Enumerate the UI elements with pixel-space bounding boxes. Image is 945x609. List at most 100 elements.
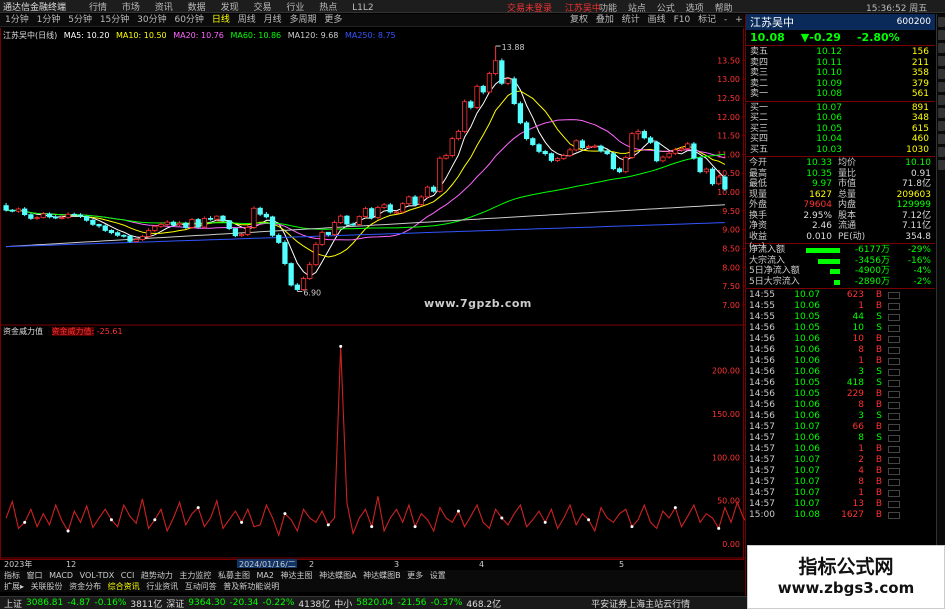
indicator-tab[interactable]: 趋势动力 — [141, 571, 173, 580]
toolbar-icon[interactable] — [938, 56, 945, 66]
extension-tab[interactable]: 关联股份 — [31, 582, 63, 591]
tick-list[interactable]: 14:55 10.07 623 B 14:55 10.06 1 B 14:55 10.05 44 S 1… — [746, 290, 935, 521]
tool-button[interactable]: F10 — [674, 15, 691, 25]
period-tab-active[interactable]: 日线 — [212, 15, 230, 25]
extension-tab[interactable]: 综合资讯 — [108, 582, 140, 591]
toolbar-icon[interactable] — [938, 69, 945, 79]
buy-order-row[interactable]: 买一 10.07 891 — [746, 103, 935, 114]
indicator-tab[interactable]: 神达蝶图B — [363, 571, 401, 580]
period-tab[interactable]: 15分钟 — [100, 15, 129, 25]
menu-item[interactable]: 资讯 — [155, 3, 173, 13]
candlestick-chart[interactable]: 7.007.508.008.509.009.5010.0010.5011.001… — [0, 28, 745, 568]
period-tab[interactable]: 多周期 — [289, 15, 316, 25]
period-tab[interactable]: 1分钟 — [5, 15, 29, 25]
indicator-tab[interactable]: MA2 — [257, 571, 274, 580]
title-right-item[interactable]: 选项 — [686, 4, 704, 14]
menu-item[interactable]: 交易 — [253, 3, 271, 13]
tick-time: 14:57 — [749, 477, 775, 487]
extension-tab[interactable]: 互动问答 — [185, 582, 217, 591]
indicator-tab[interactable]: 神达主图 — [281, 571, 313, 580]
x-tick-label: 4 — [479, 560, 484, 568]
period-tab[interactable]: 1分钟 — [37, 15, 61, 25]
indicator-tab[interactable]: VOL-TDX — [80, 571, 115, 580]
candle-body — [492, 60, 499, 74]
tool-button[interactable]: 标记 — [698, 15, 716, 25]
sub-indicator-dot — [500, 516, 504, 520]
menu-item[interactable]: 热点 — [319, 3, 337, 13]
indicator-tab[interactable]: MACD — [49, 571, 73, 580]
sh-index-label[interactable]: 上证 — [4, 597, 22, 609]
sell-order-row[interactable]: 卖五 10.12 156 — [746, 47, 935, 58]
candle-body — [158, 224, 164, 227]
toolbar-icon[interactable] — [938, 43, 945, 53]
tool-button[interactable]: 叠加 — [596, 15, 614, 25]
order-volume: 561 — [911, 89, 929, 99]
title-right-item[interactable]: 功能 — [599, 4, 617, 14]
sell-order-row[interactable]: 卖四 10.11 211 — [746, 58, 935, 69]
title-right-item[interactable]: 站点 — [628, 4, 646, 14]
toolbar-icon[interactable] — [938, 147, 945, 157]
indicator-tab[interactable]: CCI — [121, 571, 135, 580]
title-right-item[interactable]: 公式 — [657, 4, 675, 14]
buy-order-row[interactable]: 买二 10.06 348 — [746, 113, 935, 124]
candle-body — [585, 146, 592, 149]
server-name[interactable]: 平安证券上海主站云行情 — [591, 597, 690, 609]
buy-order-row[interactable]: 买三 10.05 615 — [746, 124, 935, 135]
buy-order-row[interactable]: 买五 10.03 1030 — [746, 145, 935, 156]
menu-item[interactable]: 数据 — [188, 3, 206, 13]
tool-button[interactable]: 画线 — [648, 15, 666, 25]
tool-button[interactable]: 统计 — [622, 15, 640, 25]
indicator-tab[interactable]: 设置 — [430, 571, 446, 580]
period-tab[interactable]: 周线 — [238, 15, 256, 25]
toolbar-icon[interactable] — [938, 108, 945, 118]
indicator-tab[interactable]: 主力监控 — [179, 571, 211, 580]
tick-volume: 1627 — [841, 510, 864, 520]
extension-tab[interactable]: 扩展▸ — [4, 582, 24, 591]
period-tab[interactable]: 月线 — [264, 15, 282, 25]
menu-item[interactable]: 发现 — [221, 3, 239, 13]
period-tab[interactable]: 5分钟 — [68, 15, 92, 25]
sz-index-label[interactable]: 深证 — [166, 597, 184, 609]
menu-item[interactable]: L1L2 — [352, 3, 373, 13]
tick-row: 14:56 10.06 3 S — [746, 411, 935, 422]
tick-volume: 3 — [858, 411, 864, 421]
sell-order-row[interactable]: 卖二 10.09 379 — [746, 79, 935, 90]
indicator-tab[interactable]: 神达蝶图A — [319, 571, 356, 580]
sell-order-row[interactable]: 卖一 10.08 561 — [746, 89, 935, 100]
extension-tab[interactable]: 资金分布 — [69, 582, 101, 591]
toolbar-icon[interactable] — [938, 82, 945, 92]
tool-button[interactable]: 复权 — [570, 15, 588, 25]
zoom-in-button[interactable]: + — [735, 15, 743, 25]
menu-item[interactable]: 市场 — [122, 3, 140, 13]
info-label: 收益(一) — [749, 231, 768, 253]
indicator-tab[interactable]: 更多 — [407, 571, 423, 580]
info-value: 10.35 — [806, 168, 832, 179]
zx-index-label[interactable]: 中小 — [334, 597, 352, 609]
trade-login-status[interactable]: 交易未登录 — [507, 4, 552, 14]
period-tab[interactable]: 60分钟 — [174, 15, 203, 25]
tick-volume: 1 — [858, 301, 864, 311]
period-tab[interactable]: 30分钟 — [137, 15, 166, 25]
zoom-out-button[interactable]: - — [724, 15, 727, 25]
fund-label: 5日大宗流入 — [749, 276, 800, 287]
toolbar-icon[interactable] — [938, 160, 945, 170]
candle-body — [3, 205, 9, 211]
toolbar-icon[interactable] — [938, 121, 945, 131]
menu-item[interactable]: 行情 — [89, 3, 107, 13]
sell-order-row[interactable]: 卖三 10.10 358 — [746, 68, 935, 79]
extension-tab[interactable]: 行业资讯 — [146, 582, 178, 591]
toolbar-icon[interactable] — [938, 30, 945, 40]
period-tab[interactable]: 更多 — [324, 15, 342, 25]
title-right-item[interactable]: 帮助 — [715, 4, 733, 14]
menu-item[interactable]: 行业 — [286, 3, 304, 13]
candle-body — [604, 150, 610, 155]
extension-tab[interactable]: 普及新功能说明 — [223, 582, 279, 591]
toolbar-icon[interactable] — [938, 17, 945, 27]
indicator-tab[interactable]: 窗口 — [27, 571, 43, 580]
toolbar-icon[interactable] — [938, 95, 945, 105]
toolbar-icon[interactable] — [938, 134, 945, 144]
indicator-tab[interactable]: 私募主图 — [218, 571, 250, 580]
indicator-tab[interactable]: 指标 — [4, 571, 20, 580]
order-volume: 348 — [911, 113, 929, 123]
buy-order-row[interactable]: 买四 10.04 460 — [746, 134, 935, 145]
